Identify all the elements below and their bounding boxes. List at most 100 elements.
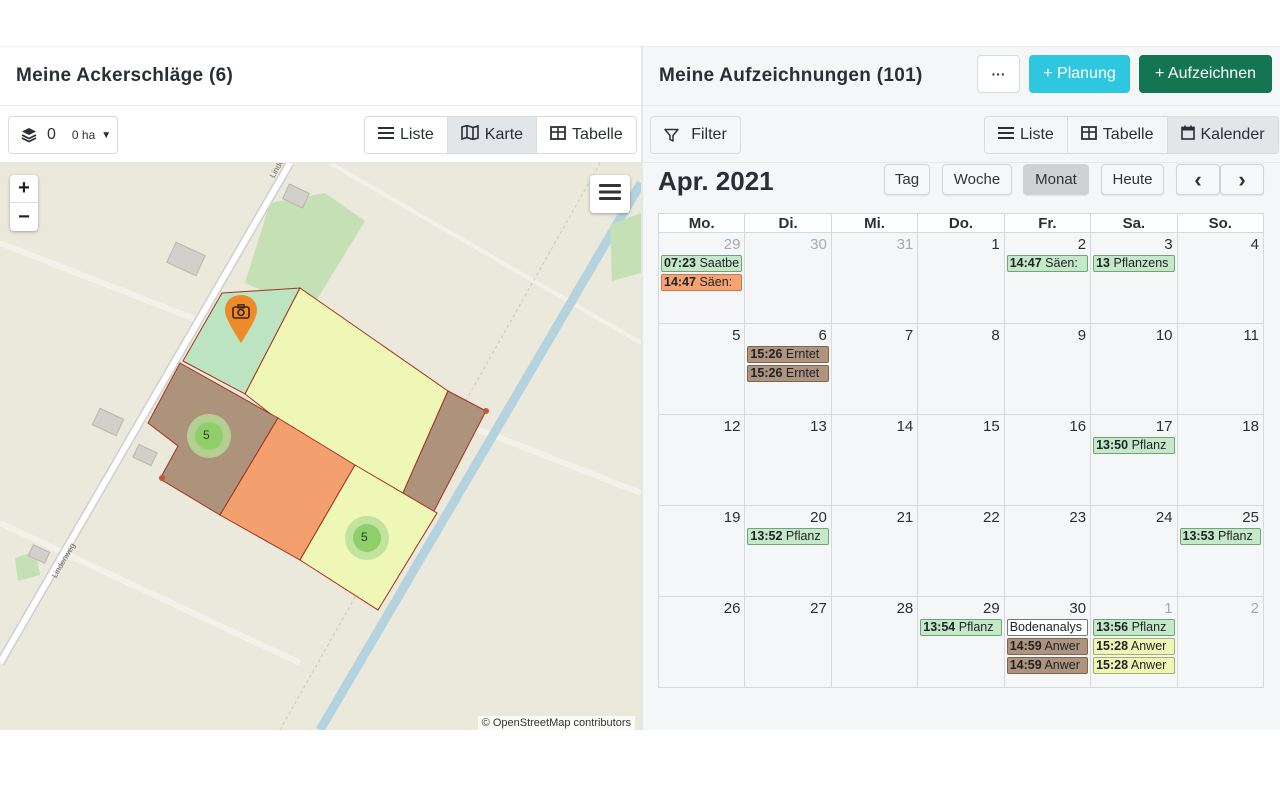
view-liste[interactable]: Liste: [365, 117, 448, 153]
day-number: 10: [1155, 327, 1173, 344]
zoom-in-button[interactable]: +: [10, 175, 38, 203]
app: Meine Ackerschläge (6) 0 0 ha ▼ Liste Ka…: [0, 46, 1280, 730]
layers-icon: [21, 127, 37, 143]
calendar-day[interactable]: 30: [745, 233, 832, 323]
calendar-day[interactable]: 27: [745, 597, 832, 687]
calendar-day[interactable]: 12: [659, 415, 746, 505]
calendar-event[interactable]: 15:28 Anwer: [1093, 657, 1175, 674]
day-number: 8: [991, 327, 1000, 344]
calendar-event[interactable]: 15:28 Anwer: [1093, 638, 1175, 655]
day-number: 30: [810, 236, 827, 253]
calendar-day[interactable]: 8: [918, 324, 1005, 414]
field-map[interactable]: 5 5 Lindenweg Lindenweg + − © OpenStreet…: [0, 163, 641, 730]
calendar-prev-button[interactable]: ‹: [1176, 164, 1220, 195]
calendar-week: 5 6 15:26 Erntet 15:26 Erntet 7 8 9 10 11: [658, 324, 1264, 415]
calendar-event[interactable]: 14:59 Anwer: [1006, 657, 1089, 674]
calendar-day[interactable]: 19: [659, 506, 746, 596]
calendar-event[interactable]: 14:59 Anwer: [1006, 638, 1089, 655]
calendar-event[interactable]: 13:56 Pflanz: [1093, 619, 1175, 636]
calendar-day[interactable]: 23: [1004, 506, 1092, 596]
view-karte-label: Karte: [484, 126, 524, 143]
layer-selector-button[interactable]: 0 0 ha ▼: [8, 116, 118, 154]
aufzeichnen-button[interactable]: + Aufzeichnen: [1139, 55, 1272, 93]
calendar-tag-button[interactable]: Tag: [884, 164, 930, 195]
calendar-day[interactable]: 5: [659, 324, 746, 414]
calendar-day[interactable]: 18: [1177, 415, 1264, 505]
table-icon: [1080, 125, 1097, 145]
building: [91, 407, 125, 437]
calendar-day[interactable]: 29 13:54 Pflanz: [918, 597, 1005, 687]
calendar-day[interactable]: 2: [1177, 597, 1264, 687]
vegetation-area: [610, 213, 641, 281]
calendar-day[interactable]: 29 07:23 Saatbe 14:47 Säen:: [659, 233, 746, 323]
view-karte[interactable]: Karte: [447, 117, 538, 153]
calendar-day[interactable]: 10: [1091, 324, 1178, 414]
calendar-event[interactable]: Bodenanalys: [1006, 619, 1089, 636]
event-time: 13:50: [1096, 438, 1129, 452]
calendar-woche-button[interactable]: Woche: [942, 164, 1012, 195]
calendar-event[interactable]: 13:52 Pflanz: [747, 528, 829, 545]
event-title: Pflanzens: [1113, 256, 1169, 270]
day-number: 21: [896, 509, 914, 526]
calendar-day[interactable]: 2 14:47 Säen:: [1004, 233, 1092, 323]
calendar-day[interactable]: 15: [918, 415, 1005, 505]
event-title: Bodenanalys: [1009, 620, 1082, 634]
calendar-day[interactable]: 11: [1177, 324, 1264, 414]
day-number: 3: [1164, 236, 1173, 253]
event-time: 13:56: [1096, 620, 1129, 634]
view-liste-label: Liste: [1020, 126, 1054, 143]
calendar-event[interactable]: 15:26 Erntet: [747, 365, 829, 382]
calendar-event[interactable]: 13:50 Pflanz: [1093, 437, 1175, 454]
calendar-day[interactable]: 14: [831, 415, 919, 505]
calendar-event[interactable]: 15:26 Erntet: [747, 346, 829, 363]
calendar-next-button[interactable]: ›: [1220, 164, 1264, 195]
day-number: 6: [818, 327, 827, 344]
map-menu-button[interactable]: [590, 175, 630, 213]
planung-button[interactable]: + Planung: [1029, 55, 1130, 93]
calendar-day[interactable]: 4: [1177, 233, 1264, 323]
calendar-day[interactable]: 28: [831, 597, 919, 687]
view-tabelle[interactable]: Tabelle: [1068, 117, 1168, 153]
calendar-day[interactable]: 31: [831, 233, 919, 323]
calendar-day[interactable]: 21: [831, 506, 919, 596]
view-tabelle[interactable]: Tabelle: [537, 117, 636, 153]
calendar-day[interactable]: 17 13:50 Pflanz: [1091, 415, 1178, 505]
view-kalender[interactable]: Kalender: [1167, 117, 1278, 153]
calendar-event[interactable]: 13 Pflanzens: [1093, 255, 1175, 272]
calendar-event[interactable]: 14:47 Säen:: [661, 274, 743, 291]
event-title: Saatbe: [699, 256, 740, 270]
calendar-day[interactable]: 1 13:56 Pflanz 15:28 Anwer 15:28 Anwer: [1091, 597, 1178, 687]
calendar-day[interactable]: 7: [831, 324, 919, 414]
view-liste[interactable]: Liste: [985, 117, 1068, 153]
cluster-count-2: 5: [361, 530, 368, 544]
fields-toolbar: 0 0 ha ▼ Liste Karte Tabelle: [0, 106, 641, 163]
calendar-day[interactable]: 9: [1004, 324, 1092, 414]
calendar-day[interactable]: 30 Bodenanalys 14:59 Anwer 14:59 Anwer: [1004, 597, 1092, 687]
calendar-day[interactable]: 24: [1091, 506, 1178, 596]
calendar-day[interactable]: 13: [745, 415, 832, 505]
calendar-day[interactable]: 3 13 Pflanzens: [1091, 233, 1178, 323]
calendar-heute-button[interactable]: Heute: [1101, 164, 1164, 195]
calendar-day[interactable]: 6 15:26 Erntet 15:26 Erntet: [745, 324, 832, 414]
calendar-day[interactable]: 26: [659, 597, 746, 687]
calendar-day[interactable]: 20 13:52 Pflanz: [745, 506, 832, 596]
calendar-event[interactable]: 13:54 Pflanz: [920, 619, 1002, 636]
day-number: 29: [723, 236, 741, 253]
calendar-event[interactable]: 14:47 Säen:: [1006, 255, 1089, 272]
map-icon: [460, 124, 479, 145]
more-options-button[interactable]: ···: [977, 55, 1020, 93]
day-number: 7: [904, 327, 914, 344]
map-attribution[interactable]: © OpenStreetMap contributors: [477, 716, 635, 730]
zoom-out-button[interactable]: −: [10, 203, 38, 231]
calendar-day[interactable]: 16: [1004, 415, 1092, 505]
calendar-monat-button[interactable]: Monat: [1023, 164, 1089, 195]
event-title: Pflanz: [1131, 438, 1167, 452]
filter-button[interactable]: Filter: [650, 116, 741, 154]
calendar-event[interactable]: 07:23 Saatbe: [661, 255, 743, 272]
day-number: 9: [1077, 327, 1087, 344]
calendar-day[interactable]: 1: [918, 233, 1005, 323]
calendar-day[interactable]: 25 13:53 Pflanz: [1177, 506, 1264, 596]
calendar-day[interactable]: 22: [918, 506, 1005, 596]
calendar-event[interactable]: 13:53 Pflanz: [1179, 528, 1261, 545]
zoom-control: + −: [10, 175, 38, 231]
